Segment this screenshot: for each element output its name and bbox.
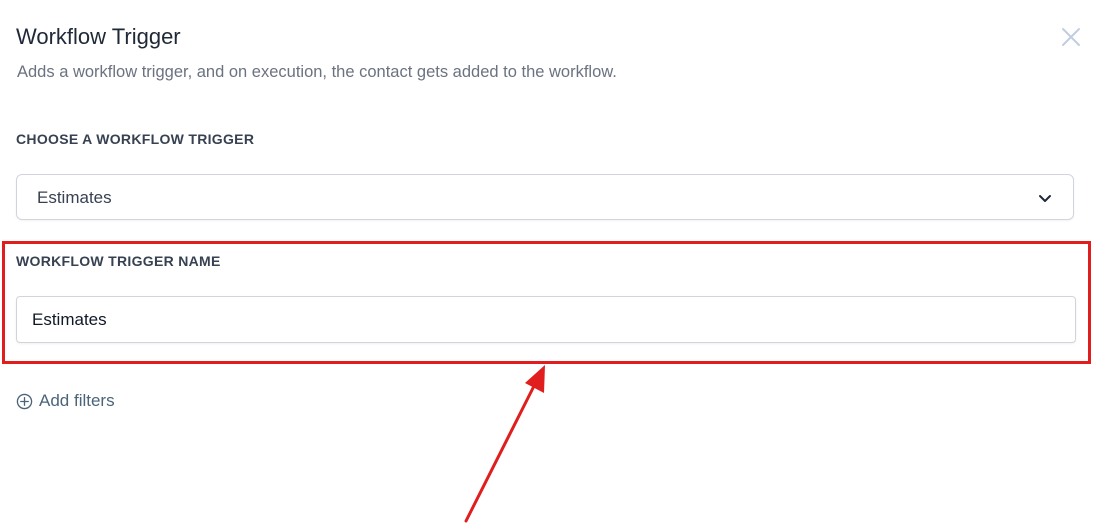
add-filters-button[interactable]: Add filters	[16, 390, 115, 412]
workflow-trigger-panel: Workflow Trigger Adds a workflow trigger…	[0, 0, 1104, 526]
dialog-subtitle: Adds a workflow trigger, and on executio…	[17, 63, 617, 81]
trigger-name-input[interactable]	[16, 296, 1076, 343]
close-button[interactable]	[1058, 24, 1084, 50]
workflow-trigger-select[interactable]: Estimates	[16, 174, 1074, 220]
dialog-title: Workflow Trigger	[16, 24, 181, 49]
add-filters-label: Add filters	[39, 391, 115, 410]
close-icon	[1062, 28, 1080, 46]
trigger-select-label: CHOOSE A WORKFLOW TRIGGER	[16, 131, 255, 147]
trigger-select-value: Estimates	[37, 188, 112, 207]
plus-circle-icon	[16, 393, 33, 409]
trigger-name-label: WORKFLOW TRIGGER NAME	[16, 253, 221, 269]
chevron-down-icon	[1039, 195, 1051, 202]
